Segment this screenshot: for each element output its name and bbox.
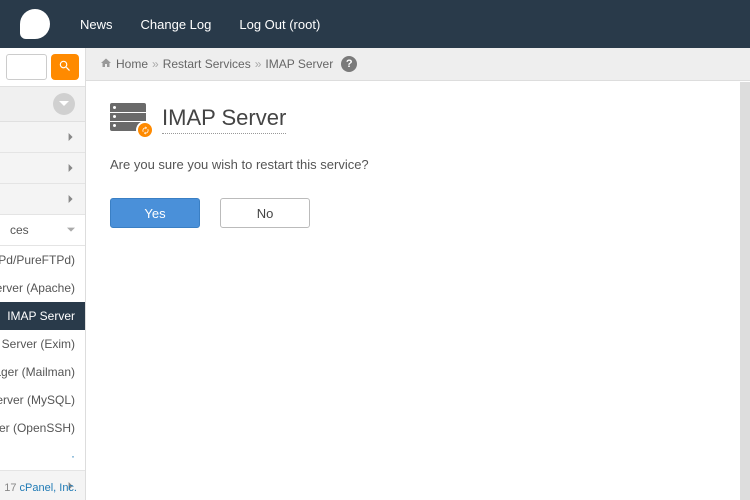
sidebar-collapse-row (0, 87, 85, 122)
server-restart-icon (110, 103, 150, 135)
help-icon[interactable]: ? (341, 56, 357, 72)
sidebar-sub-ftp[interactable]: FTP Server (ProFTPd/PureFTPd) (0, 246, 85, 274)
footer-copyright: 17 cPanel, Inc. (0, 482, 85, 494)
sidebar-submenu: FTP Server (ProFTPd/PureFTPd) HTTP Serve… (0, 246, 85, 471)
sidebar-sub-extra[interactable]: · (0, 442, 85, 470)
breadcrumb-restart-services[interactable]: Restart Services (163, 57, 251, 71)
search-button[interactable] (51, 54, 79, 80)
sidebar-category-restart-services[interactable]: ces (0, 215, 85, 246)
breadcrumb-current: IMAP Server (265, 57, 333, 71)
yes-button[interactable]: Yes (110, 198, 200, 228)
sidebar-sub-ssh[interactable]: SSH Server (OpenSSH) (0, 414, 85, 442)
search-icon (58, 59, 72, 76)
nav-changelog[interactable]: Change Log (141, 17, 212, 32)
sidebar-category-2[interactable] (0, 153, 85, 184)
nav-logout[interactable]: Log Out (root) (239, 17, 320, 32)
sidebar: ces FTP Server (ProFTPd/PureFTPd) HTTP S… (0, 48, 86, 500)
page-title-row: IMAP Server (110, 103, 726, 135)
search-input[interactable] (6, 54, 47, 80)
chevron-down-icon (59, 97, 69, 112)
sidebar-category-1[interactable] (0, 122, 85, 153)
chevron-down-icon (67, 223, 75, 237)
breadcrumb: Home » Restart Services » IMAP Server ? (86, 48, 750, 81)
collapse-all-button[interactable] (53, 93, 75, 115)
sidebar-search-row (0, 48, 85, 87)
sidebar-category-3[interactable] (0, 184, 85, 215)
confirm-prompt: Are you sure you wish to restart this se… (110, 157, 726, 172)
home-icon (100, 57, 112, 72)
breadcrumb-separator: » (152, 57, 159, 71)
chevron-right-icon (67, 161, 75, 175)
top-navbar: News Change Log Log Out (root) (0, 0, 750, 48)
sidebar-sub-mailman[interactable]: Mailing List Manager (Mailman) (0, 358, 85, 386)
no-button[interactable]: No (220, 198, 310, 228)
breadcrumb-home[interactable]: Home (116, 57, 148, 71)
scrollbar[interactable] (740, 82, 750, 500)
chevron-right-icon (67, 192, 75, 206)
nav-news[interactable]: News (80, 17, 113, 32)
sidebar-sub-imap[interactable]: IMAP Server (0, 302, 85, 330)
chevron-right-icon (67, 130, 75, 144)
sidebar-sub-mail[interactable]: Mail Server (Exim) (0, 330, 85, 358)
breadcrumb-separator: » (255, 57, 262, 71)
button-row: Yes No (110, 198, 726, 228)
sidebar-sub-mysql[interactable]: SQL Server (MySQL) (0, 386, 85, 414)
main-content: Home » Restart Services » IMAP Server ? … (86, 48, 750, 500)
logo (20, 9, 50, 39)
sidebar-sub-http[interactable]: HTTP Server (Apache) (0, 274, 85, 302)
page-title: IMAP Server (162, 105, 286, 134)
footer-company-link[interactable]: cPanel, Inc. (20, 482, 77, 494)
top-nav-links: News Change Log Log Out (root) (80, 17, 320, 32)
